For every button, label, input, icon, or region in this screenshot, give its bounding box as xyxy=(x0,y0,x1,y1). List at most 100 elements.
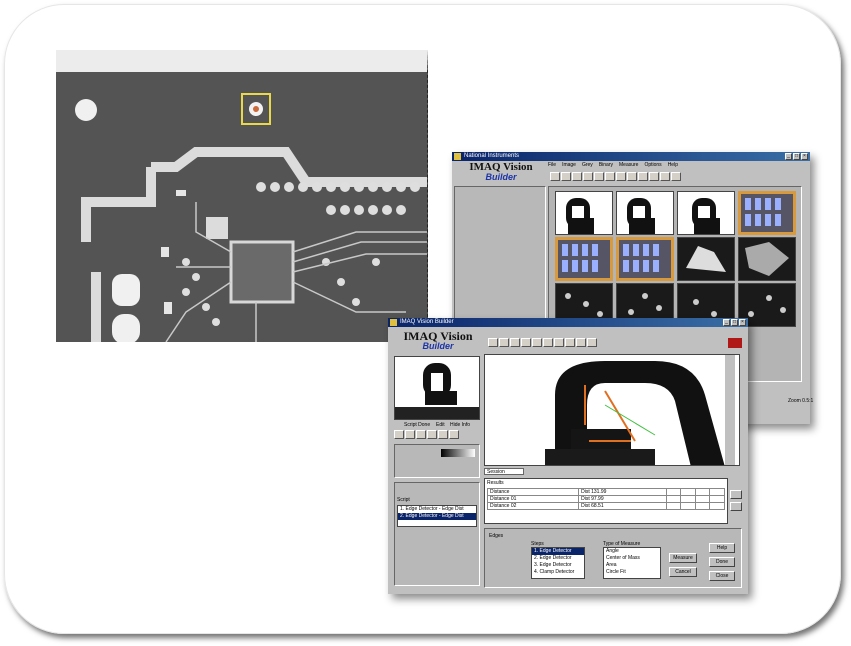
tool-button[interactable] xyxy=(499,338,509,347)
tool-button[interactable] xyxy=(554,338,564,347)
step-item[interactable]: 2. Edge Detector xyxy=(532,555,584,562)
tool-button[interactable] xyxy=(660,172,670,181)
table-cell: Distance 02 xyxy=(486,502,580,510)
type-item[interactable]: Area xyxy=(604,562,660,569)
front-toolbar xyxy=(488,338,597,347)
back-window-title: National Instruments xyxy=(464,153,520,159)
preview-image xyxy=(394,356,480,420)
maximize-icon[interactable]: □ xyxy=(731,319,738,326)
thumbnail-bracket[interactable] xyxy=(616,191,674,235)
steps-list[interactable]: 1. Edge Detector 2. Edge Detector 3. Edg… xyxy=(531,547,585,579)
tool-button[interactable] xyxy=(561,172,571,181)
next-icon[interactable] xyxy=(416,430,426,439)
thumbnail-pills[interactable] xyxy=(738,191,796,235)
gradient-bar xyxy=(441,449,475,457)
table-row[interactable]: Distance 01 Dist 97.99 xyxy=(486,495,725,503)
tool-button[interactable] xyxy=(576,338,586,347)
back-toolbar xyxy=(550,172,681,181)
first-icon[interactable] xyxy=(394,430,404,439)
close-icon[interactable]: × xyxy=(739,319,746,326)
front-logo: IMAQ Vision Builder xyxy=(392,330,484,354)
measure-button[interactable]: Measure xyxy=(669,553,697,563)
help-button[interactable]: Help xyxy=(709,543,735,553)
export-icon[interactable] xyxy=(730,490,742,499)
type-item[interactable]: Circle Fit xyxy=(604,569,660,576)
tool-button[interactable] xyxy=(510,338,520,347)
menu-grey[interactable]: Grey xyxy=(582,161,593,169)
menu-help[interactable]: Help xyxy=(668,161,678,169)
front-window-titlebar: IMAQ Vision Builder _ □ × xyxy=(388,318,748,327)
type-item[interactable]: Center of Mass xyxy=(604,555,660,562)
back-window-titlebar: National Instruments _ □ × xyxy=(452,152,810,161)
pills-image xyxy=(562,244,598,272)
results-grid: Distance Dist 131.99 Distance 01 Dist 97.9… xyxy=(486,488,725,510)
script-panel: Script 1. Edge Detector - Edge Dist 2. E… xyxy=(394,482,480,586)
tool-button[interactable] xyxy=(565,338,575,347)
thumbnail-pills[interactable] xyxy=(555,237,613,281)
tool-button[interactable] xyxy=(638,172,648,181)
menu-image[interactable]: Image xyxy=(562,161,576,169)
tool-button[interactable] xyxy=(583,172,593,181)
results-header: Results xyxy=(487,480,504,486)
main-image-view[interactable] xyxy=(484,354,740,466)
thumbnail-bracket[interactable] xyxy=(555,191,613,235)
preview-label-edit[interactable]: Edit xyxy=(436,422,445,428)
tool-button[interactable] xyxy=(627,172,637,181)
tool-button[interactable] xyxy=(587,338,597,347)
cancel-button[interactable]: Cancel xyxy=(669,567,697,577)
pcb-image xyxy=(56,50,428,342)
minimize-icon[interactable]: _ xyxy=(723,319,730,326)
tool-button[interactable] xyxy=(649,172,659,181)
thumbnail-texture[interactable] xyxy=(677,237,735,281)
tool-button[interactable] xyxy=(605,172,615,181)
table-row[interactable]: Distance 02 Dist 68.51 xyxy=(486,502,725,510)
type-list[interactable]: Angle Center of Mass Area Circle Fit xyxy=(603,547,661,579)
type-item[interactable]: Angle xyxy=(604,548,660,555)
thumbnail-texture[interactable] xyxy=(738,237,796,281)
table-row[interactable]: Distance Dist 131.99 xyxy=(486,488,725,496)
pills-image xyxy=(623,244,659,272)
tool-button[interactable] xyxy=(521,338,531,347)
script-list[interactable]: 1. Edge Detector - Edge Dist 2. Edge Det… xyxy=(397,505,477,527)
menu-options[interactable]: Options xyxy=(644,161,661,169)
script-item[interactable]: 1. Edge Detector - Edge Dist xyxy=(398,506,476,513)
tool-button[interactable] xyxy=(488,338,498,347)
thumbnail-pills[interactable] xyxy=(616,237,674,281)
step-item[interactable]: 3. Edge Detector xyxy=(532,562,584,569)
zoom-icon[interactable] xyxy=(438,430,448,439)
excel-icon[interactable] xyxy=(730,502,742,511)
tool-button[interactable] xyxy=(572,172,582,181)
tool-button[interactable] xyxy=(616,172,626,181)
hand-icon[interactable] xyxy=(449,430,459,439)
logo-line2: Builder xyxy=(422,341,454,351)
done-button[interactable]: Done xyxy=(709,557,735,567)
last-icon[interactable] xyxy=(427,430,437,439)
prev-icon[interactable] xyxy=(405,430,415,439)
ni-logo-icon xyxy=(728,338,742,348)
tool-button[interactable] xyxy=(543,338,553,347)
close-icon[interactable]: × xyxy=(801,153,808,160)
script-item-selected[interactable]: 2. Edge Detector - Edge Dist xyxy=(398,513,476,520)
menu-measure[interactable]: Measure xyxy=(619,161,638,169)
preview-label-info[interactable]: Hide Info xyxy=(450,422,470,428)
pills-image xyxy=(745,198,781,226)
menu-binary[interactable]: Binary xyxy=(599,161,613,169)
texture-image xyxy=(745,242,789,276)
menu-file[interactable]: File xyxy=(548,161,556,169)
tool-button[interactable] xyxy=(594,172,604,181)
minimize-icon[interactable]: _ xyxy=(785,153,792,160)
tab-session[interactable]: Session xyxy=(484,468,524,475)
table-cell: Dist 97.99 xyxy=(578,495,667,503)
table-cell: Distance xyxy=(486,488,580,496)
thumbnail-bracket[interactable] xyxy=(677,191,735,235)
bracket-preview xyxy=(395,363,479,419)
tool-button[interactable] xyxy=(550,172,560,181)
close-button[interactable]: Close xyxy=(709,571,735,581)
maximize-icon[interactable]: □ xyxy=(793,153,800,160)
front-window-title: IMAQ Vision Builder xyxy=(400,319,454,325)
step-item[interactable]: 4. Clamp Detector xyxy=(532,569,584,576)
tool-button[interactable] xyxy=(671,172,681,181)
tool-button[interactable] xyxy=(532,338,542,347)
table-cell: Dist 131.99 xyxy=(578,488,667,496)
step-item-selected[interactable]: 1. Edge Detector xyxy=(532,548,584,555)
